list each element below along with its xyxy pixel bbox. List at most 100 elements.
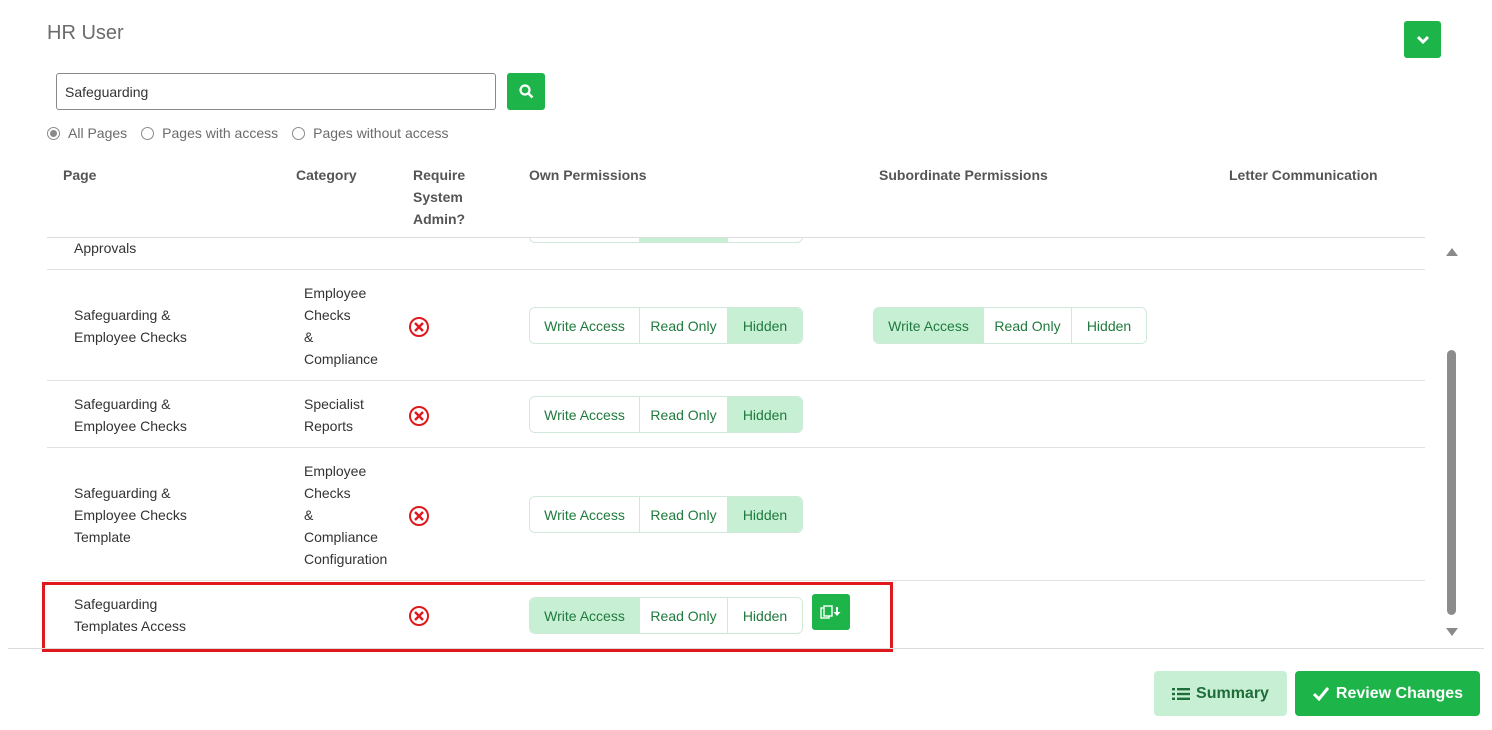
page-name-line: Employee Checks (74, 507, 187, 523)
option-write-access[interactable]: Write Access (530, 598, 640, 633)
filter-all-pages-label: All Pages (68, 125, 128, 141)
table-row: Safeguarding & Employee Checks Template … (47, 448, 1425, 581)
page-name-line: Employee Checks (74, 329, 187, 345)
filter-pages-without-access-label: Pages without access (313, 125, 449, 141)
option-hidden[interactable]: Hidden (1072, 308, 1146, 343)
column-header-category: Category (296, 167, 357, 183)
category-line: & (304, 507, 314, 523)
summary-button-label: Summary (1196, 684, 1269, 702)
option-hidden[interactable]: Hidden (728, 397, 802, 432)
category-name: Employee Checks & Compliance Configurati… (304, 460, 387, 570)
search-button[interactable] (507, 73, 545, 110)
require-admin-line-2: System (413, 189, 463, 205)
checkmark-icon (1312, 686, 1330, 701)
review-changes-button[interactable]: Review Changes (1295, 671, 1480, 716)
search-input[interactable] (56, 73, 496, 110)
category-line: & (304, 329, 314, 345)
footer-divider (8, 648, 1484, 649)
option-write-access[interactable]: Write Access (874, 308, 984, 343)
category-line: Checks (304, 307, 351, 323)
permissions-table: Write Access Read Only Hidden Approvals … (47, 237, 1425, 647)
own-permissions-toggle: Write Access Read Only Hidden (529, 496, 803, 533)
chevron-down-icon (1416, 35, 1429, 44)
page-title: HR User (47, 22, 124, 44)
not-required-icon (409, 506, 429, 526)
column-header-letter-communication: Letter Communication (1229, 167, 1378, 183)
own-permissions-toggle: Write Access Read Only Hidden (529, 396, 803, 433)
search-icon (518, 84, 533, 99)
page-name: Approvals (74, 238, 137, 259)
page-name-line: Safeguarding & (74, 485, 171, 501)
column-header-require-admin: Require System Admin? (413, 164, 465, 230)
page-name-line: Employee Checks (74, 418, 187, 434)
category-line: Specialist (304, 396, 364, 412)
scroll-up-arrow-icon[interactable] (1446, 248, 1458, 256)
page-name: Safeguarding & Employee Checks (74, 304, 187, 348)
option-write-access[interactable]: Write Access (530, 497, 640, 532)
option-hidden[interactable]: Hidden (728, 308, 802, 343)
option-hidden[interactable]: Hidden (728, 238, 802, 242)
not-required-icon (409, 317, 429, 337)
filter-pages-with-access[interactable]: Pages with access (141, 125, 278, 141)
table-row: Safeguarding & Employee Checks Specialis… (47, 381, 1425, 448)
page-name-line: Safeguarding & (74, 396, 171, 412)
option-read-only[interactable]: Read Only (640, 397, 728, 432)
page-name: Safeguarding Templates Access (74, 593, 186, 637)
category-line: Employee (304, 463, 367, 479)
filter-pages-without-access[interactable]: Pages without access (292, 125, 449, 141)
option-write-access[interactable]: Write Access (530, 397, 640, 432)
option-write-access[interactable]: Write Access (530, 308, 640, 343)
category-line: Checks (304, 485, 351, 501)
require-admin-line-3: Admin? (413, 211, 466, 227)
list-icon (1172, 687, 1191, 700)
radio-pages-without-access[interactable] (292, 126, 306, 140)
category-line: Compliance (304, 351, 378, 367)
require-admin-line-1: Require (413, 167, 466, 183)
not-required-icon (409, 606, 429, 626)
option-read-only[interactable]: Read Only (640, 308, 728, 343)
table-row: Safeguarding & Employee Checks Employee … (47, 270, 1425, 381)
page-name-line: Templates Access (74, 618, 187, 634)
review-changes-button-label: Review Changes (1335, 684, 1464, 702)
scrollbar-thumb[interactable] (1447, 350, 1456, 615)
own-permissions-toggle: Write Access Read Only Hidden (529, 238, 803, 243)
own-permissions-toggle: Write Access Read Only Hidden (529, 307, 803, 344)
option-read-only[interactable]: Read Only (640, 598, 728, 633)
page-name: Safeguarding & Employee Checks Template (74, 482, 187, 548)
page-name-line: Template (74, 529, 131, 545)
option-hidden[interactable]: Hidden (728, 497, 802, 532)
category-name: Specialist Reports (304, 393, 364, 437)
collapse-button[interactable] (1404, 21, 1441, 58)
option-read-only[interactable]: Read Only (984, 308, 1072, 343)
category-line: Configuration (304, 551, 388, 567)
subordinate-permissions-toggle: Write Access Read Only Hidden (873, 307, 1147, 344)
category-line: Compliance (304, 529, 378, 545)
scroll-down-arrow-icon[interactable] (1446, 628, 1458, 636)
own-permissions-toggle: Write Access Read Only Hidden (529, 597, 803, 634)
column-header-own-permissions: Own Permissions (529, 167, 647, 183)
table-row: Write Access Read Only Hidden Approvals (47, 238, 1425, 270)
radio-all-pages[interactable] (47, 126, 60, 140)
page-name-line: Safeguarding & (74, 307, 171, 323)
option-hidden[interactable]: Hidden (728, 598, 802, 633)
page-name-line: Approvals (74, 240, 137, 256)
copy-down-icon (820, 605, 841, 619)
page-name: Safeguarding & Employee Checks (74, 393, 187, 437)
table-row: Safeguarding Templates Access Write Acce… (47, 581, 1425, 647)
option-read-only[interactable]: Read Only (640, 497, 728, 532)
filter-all-pages[interactable]: All Pages (47, 125, 127, 141)
filter-pages-with-access-label: Pages with access (162, 125, 279, 141)
option-write-access[interactable]: Write Access (530, 238, 640, 242)
page-filter-group: All Pages Pages with access Pages withou… (47, 125, 463, 141)
radio-pages-with-access[interactable] (141, 126, 155, 140)
column-header-subordinate-permissions: Subordinate Permissions (879, 167, 1048, 183)
not-required-icon (409, 406, 429, 426)
category-line: Reports (304, 418, 354, 434)
summary-button[interactable]: Summary (1154, 671, 1287, 716)
option-read-only[interactable]: Read Only (640, 238, 728, 242)
page-name-line: Safeguarding (74, 596, 158, 612)
copy-permissions-button[interactable] (812, 594, 850, 630)
column-header-page: Page (63, 167, 97, 183)
category-line: Employee (304, 285, 367, 301)
category-name: Employee Checks & Compliance (304, 282, 378, 370)
